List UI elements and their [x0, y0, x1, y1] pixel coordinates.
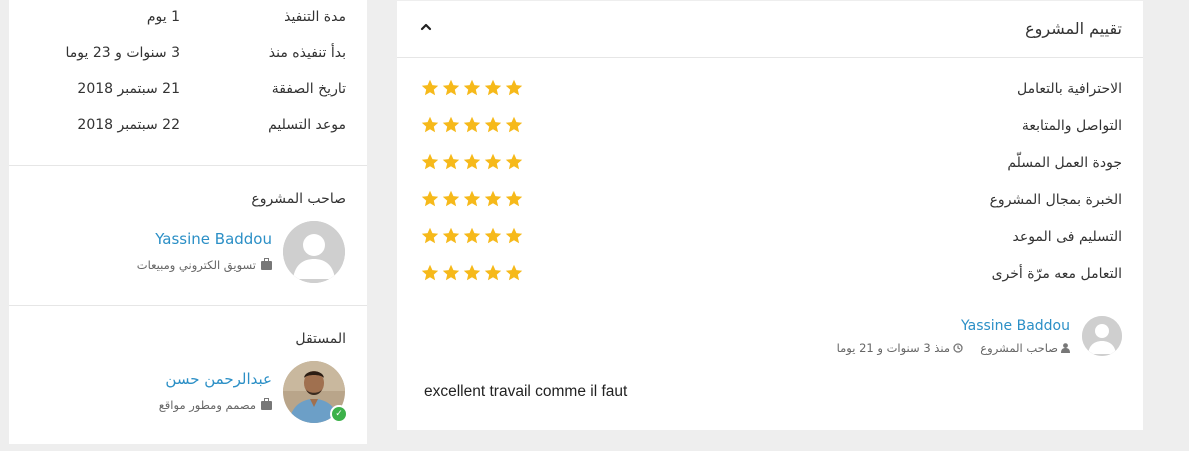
rating-row: جودة العمل المسلّم	[397, 153, 1143, 179]
project-rating-panel: تقييم المشروع الاحترافية بالتعامل التواصل…	[397, 1, 1143, 430]
freelancer-name-link[interactable]: عبدالرحمن حسن	[165, 370, 272, 388]
delivery-date-value: 22 سبتمبر 2018	[77, 117, 180, 133]
star-icon	[463, 190, 481, 207]
rating-criterion-label: التعامل معه مرّة أخرى	[991, 266, 1122, 282]
star-icon	[421, 227, 439, 244]
deal-date-label: تاريخ الصفقة	[271, 81, 346, 97]
review-time: منذ 3 سنوات و 21 يوما	[836, 341, 950, 355]
clock-icon	[953, 343, 963, 353]
star-icon	[505, 264, 523, 281]
star-icon	[463, 79, 481, 96]
rating-row: الخبرة بمجال المشروع	[397, 190, 1143, 216]
freelancer-avatar-wrap[interactable]: ✓	[283, 361, 348, 423]
duration-label: مدة التنفيذ	[284, 9, 346, 25]
user-icon	[1061, 343, 1070, 353]
rating-criterion-label: جودة العمل المسلّم	[1007, 155, 1122, 171]
started-value: 3 سنوات و 23 يوما	[65, 45, 180, 61]
star-icon	[484, 190, 502, 207]
delivery-date-label: موعد التسليم	[268, 117, 346, 133]
chevron-up-icon	[420, 23, 432, 31]
star-icon	[421, 79, 439, 96]
star-icon	[505, 227, 523, 244]
default-user-avatar-icon	[1082, 316, 1122, 356]
rating-row: التواصل والمتابعة	[397, 116, 1143, 142]
collapse-toggle-button[interactable]	[419, 19, 433, 33]
star-icon	[484, 264, 502, 281]
info-row-duration: مدة التنفيذ 1 يوم	[9, 9, 367, 33]
owner-avatar[interactable]	[283, 221, 345, 283]
star-icon	[421, 264, 439, 281]
star-icon	[463, 264, 481, 281]
star-icon	[484, 79, 502, 96]
reviewer-role: صاحب المشروع	[980, 341, 1058, 355]
rating-criterion-label: التواصل والمتابعة	[1021, 118, 1122, 134]
owner-role: تسويق الكتروني ومبيعات	[137, 258, 272, 272]
online-check-icon: ✓	[330, 405, 348, 423]
rating-header: تقييم المشروع	[397, 1, 1143, 58]
star-icon	[442, 79, 460, 96]
star-icon	[442, 153, 460, 170]
star-rating	[421, 264, 523, 282]
rating-title: تقييم المشروع	[1025, 19, 1122, 38]
rating-criterion-label: الاحترافية بالتعامل	[1016, 81, 1122, 97]
info-row-deal-date: تاريخ الصفقة 21 سبتمبر 2018	[9, 81, 367, 105]
rating-criterion-label: التسليم فى الموعد	[1012, 229, 1123, 245]
owner-role-text: تسويق الكتروني ومبيعات	[136, 258, 256, 272]
star-rating	[421, 116, 523, 134]
freelancer-role: مصمم ومطور مواقع	[159, 398, 272, 412]
project-sidebar: مدة التنفيذ 1 يوم بدأ تنفيذه منذ 3 سنوات…	[9, 0, 367, 444]
star-icon	[442, 264, 460, 281]
owner-section-title: صاحب المشروع	[251, 191, 346, 207]
default-user-avatar-icon	[283, 221, 345, 283]
star-icon	[484, 153, 502, 170]
owner-name-link[interactable]: Yassine Baddou	[155, 230, 272, 248]
started-label: بدأ تنفيذه منذ	[268, 45, 346, 61]
deal-date-value: 21 سبتمبر 2018	[77, 81, 180, 97]
star-icon	[463, 116, 481, 133]
star-icon	[463, 153, 481, 170]
star-icon	[505, 153, 523, 170]
divider	[9, 305, 367, 306]
star-icon	[463, 227, 481, 244]
star-icon	[442, 116, 460, 133]
freelancer-section-title: المستقل	[295, 331, 346, 347]
rating-row: التسليم فى الموعد	[397, 227, 1143, 253]
briefcase-icon	[261, 398, 272, 410]
star-icon	[442, 190, 460, 207]
reviewer-avatar[interactable]	[1082, 316, 1122, 356]
star-rating	[421, 153, 523, 171]
star-icon	[421, 116, 439, 133]
info-row-delivery-date: موعد التسليم 22 سبتمبر 2018	[9, 117, 367, 141]
reviewer-name-link[interactable]: Yassine Baddou	[961, 318, 1070, 334]
star-icon	[484, 116, 502, 133]
star-icon	[505, 190, 523, 207]
rating-criterion-label: الخبرة بمجال المشروع	[989, 192, 1122, 208]
duration-value: 1 يوم	[146, 9, 180, 25]
freelancer-role-text: مصمم ومطور مواقع	[158, 398, 256, 412]
briefcase-icon	[261, 258, 272, 270]
star-rating	[421, 79, 523, 97]
star-icon	[421, 153, 439, 170]
star-icon	[505, 79, 523, 96]
star-icon	[442, 227, 460, 244]
star-rating	[421, 227, 523, 245]
review-meta: صاحب المشروع منذ 3 سنوات و 21 يوما	[837, 341, 1070, 355]
star-icon	[484, 227, 502, 244]
info-row-started: بدأ تنفيذه منذ 3 سنوات و 23 يوما	[9, 45, 367, 69]
star-rating	[421, 190, 523, 208]
star-icon	[421, 190, 439, 207]
review-text: excellent travail comme il faut	[424, 383, 628, 400]
rating-row: التعامل معه مرّة أخرى	[397, 264, 1143, 290]
rating-row: الاحترافية بالتعامل	[397, 79, 1143, 105]
star-icon	[505, 116, 523, 133]
divider	[9, 165, 367, 166]
